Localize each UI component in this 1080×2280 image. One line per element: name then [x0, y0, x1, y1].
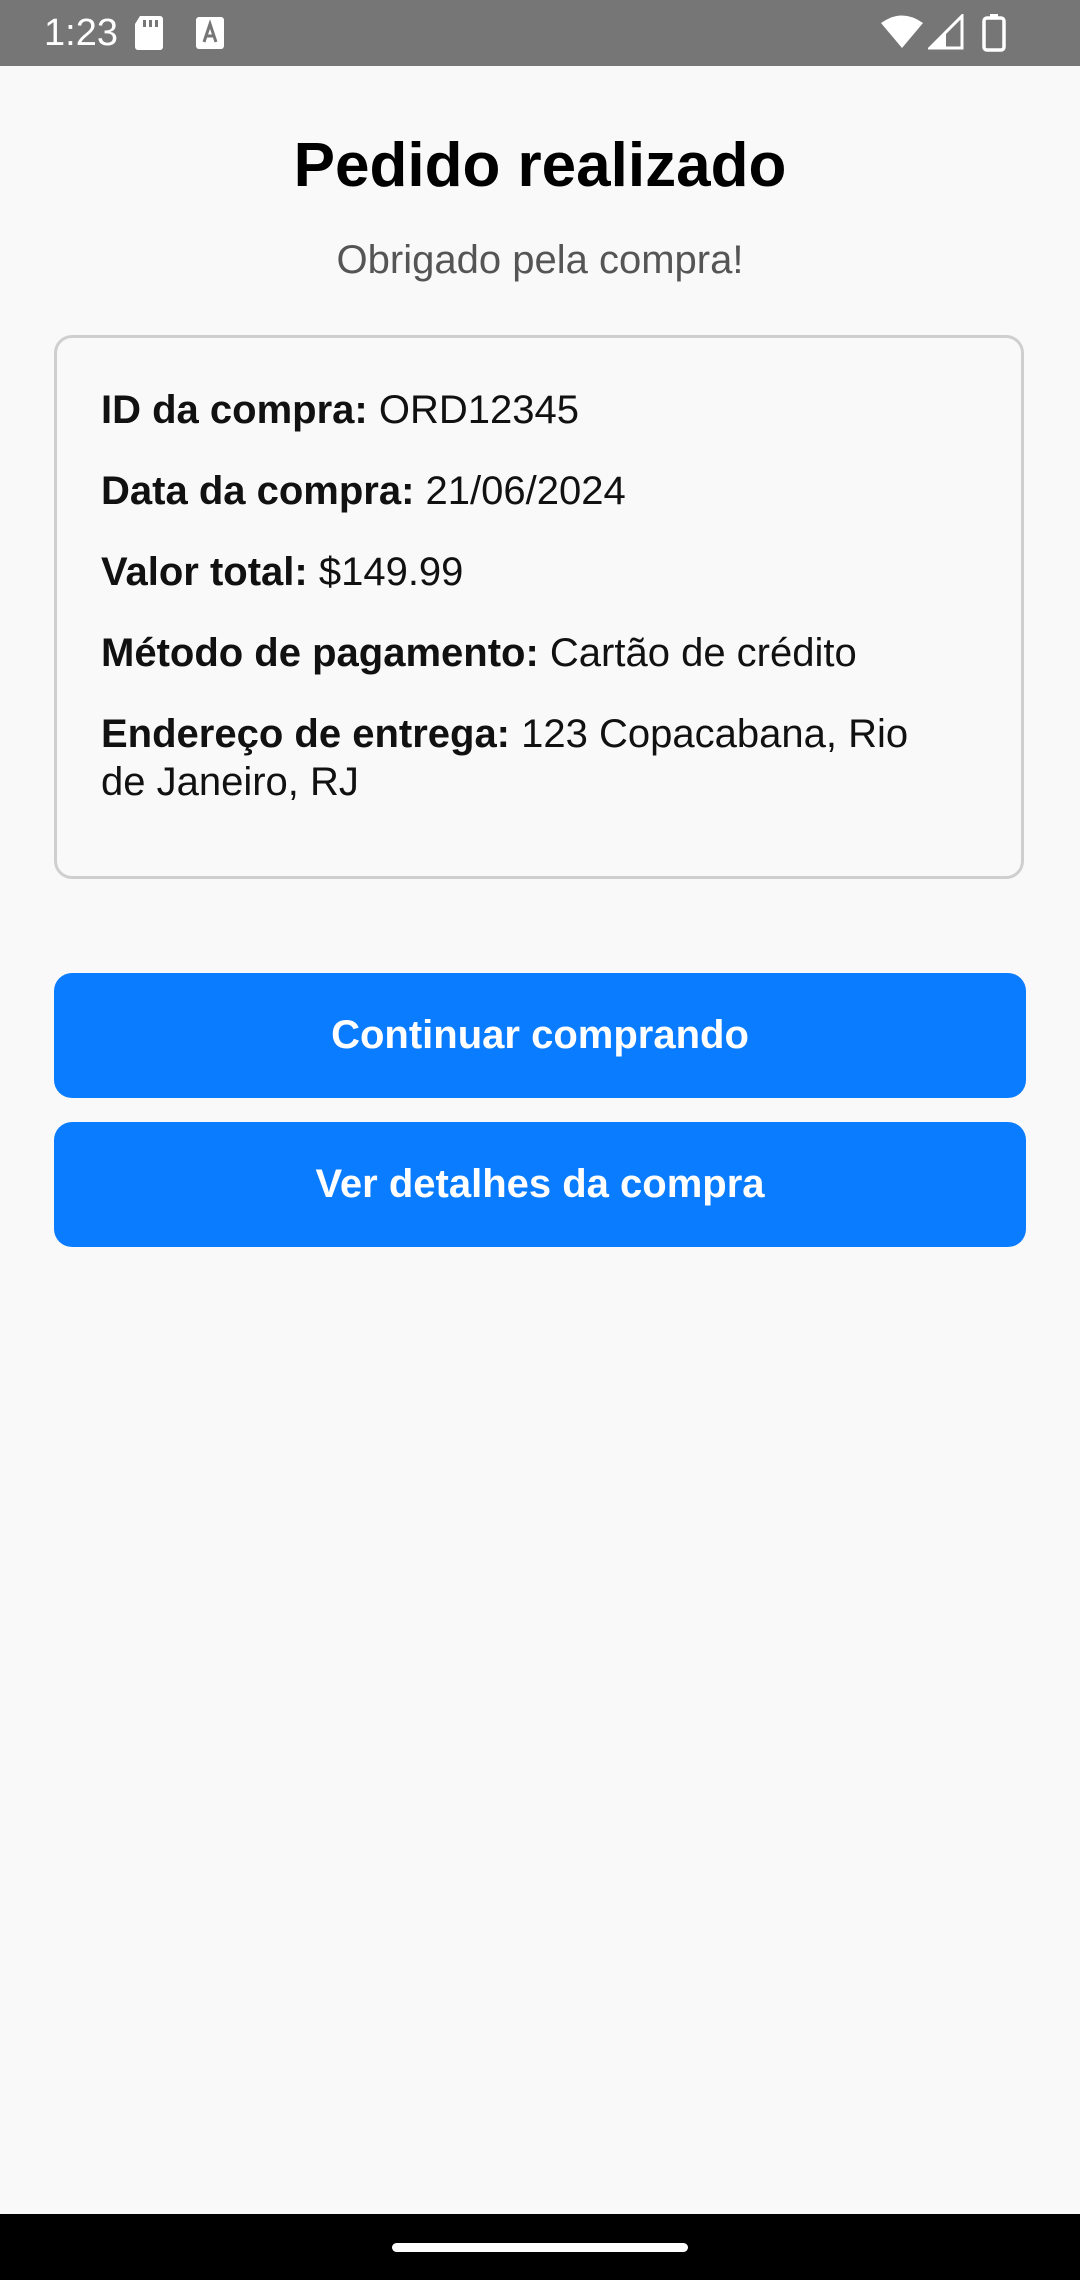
order-summary-card: ID da compra: ORD12345 Data da compra: 2… [54, 335, 1024, 879]
order-total-value: $149.99 [318, 550, 464, 594]
payment-method-row: Método de pagamento: Cartão de crédito [101, 629, 961, 677]
order-date-value: 21/06/2024 [425, 469, 626, 513]
order-total-label: Valor total: [101, 550, 308, 594]
order-id-row: ID da compra: ORD12345 [101, 386, 961, 434]
signal-icon [926, 12, 966, 55]
continue-shopping-button[interactable]: Continuar comprando [54, 973, 1026, 1098]
order-id-label: ID da compra: [101, 388, 368, 432]
order-date-label: Data da compra: [101, 469, 415, 513]
page-title: Pedido realizado [293, 131, 787, 200]
sd-card-icon [134, 16, 164, 55]
payment-method-value: Cartão de crédito [549, 631, 857, 675]
home-handle[interactable] [392, 2243, 688, 2252]
status-time: 1:23 [44, 12, 118, 54]
a-icon [195, 16, 225, 55]
navigation-bar [0, 2214, 1080, 2280]
wifi-icon [880, 14, 924, 55]
status-bar: 1:23 [0, 0, 1080, 66]
shipping-address-label: Endereço de entrega: [101, 712, 511, 756]
order-id-value: ORD12345 [378, 388, 579, 432]
order-total-row: Valor total: $149.99 [101, 548, 961, 596]
page-subtitle: Obrigado pela compra! [336, 238, 744, 282]
payment-method-label: Método de pagamento: [101, 631, 539, 675]
view-order-details-button[interactable]: Ver detalhes da compra [54, 1122, 1026, 1247]
shipping-address-row: Endereço de entrega: 123 Copacabana, Rio… [101, 710, 961, 806]
battery-icon [982, 14, 1006, 57]
order-date-row: Data da compra: 21/06/2024 [101, 467, 961, 515]
